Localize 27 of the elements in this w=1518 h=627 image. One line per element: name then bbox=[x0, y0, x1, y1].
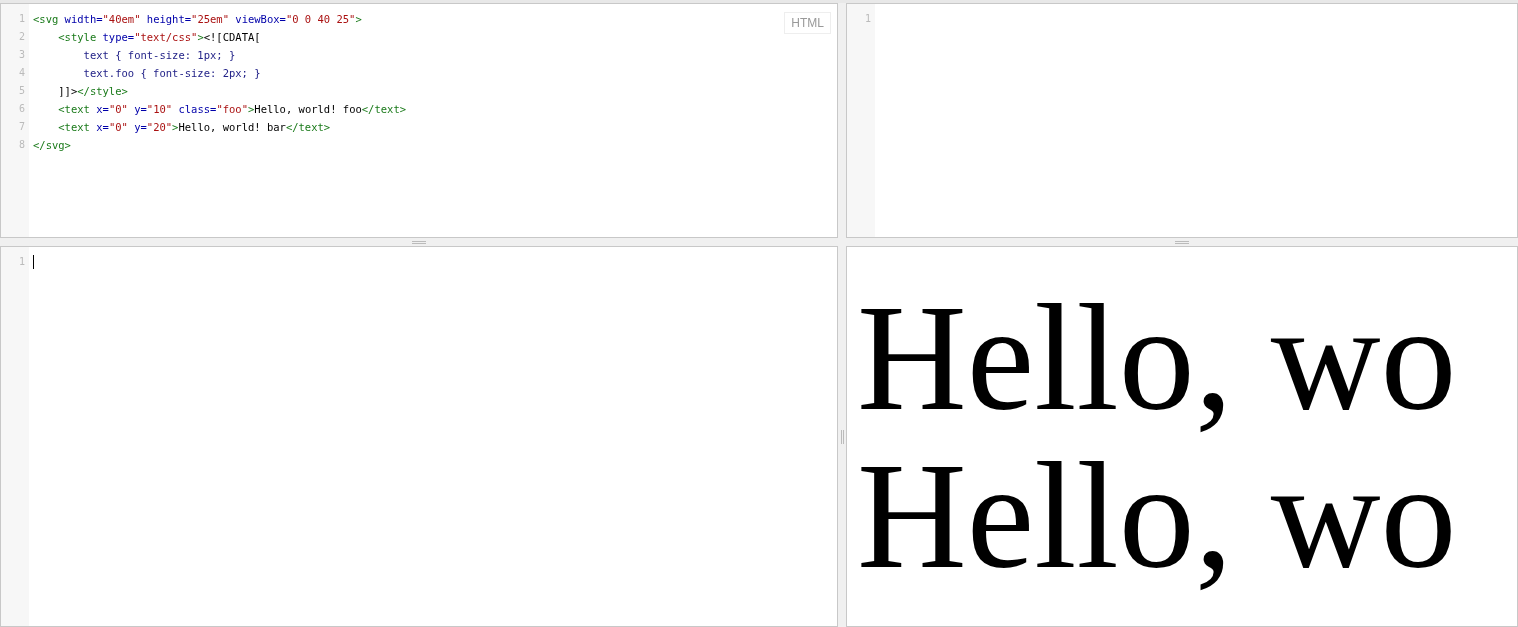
rendered-text: Hello, wo bbox=[857, 279, 1458, 437]
code-line: </svg> bbox=[33, 138, 71, 153]
js-editor-panel[interactable]: 1 bbox=[0, 246, 838, 627]
line-number: 8 bbox=[18, 138, 25, 152]
code-line: ]]></style> bbox=[57, 84, 128, 99]
splitter-bar[interactable] bbox=[838, 3, 846, 238]
line-number: 2 bbox=[18, 30, 25, 44]
line-number: 1 bbox=[18, 12, 25, 26]
resize-grip-icon[interactable] bbox=[1175, 240, 1189, 244]
line-number: 7 bbox=[18, 120, 25, 134]
code-line: <text x="0" y="20">Hello, world! bar</text> bbox=[57, 120, 331, 135]
resize-grip-icon[interactable] bbox=[840, 429, 844, 444]
rendered-text: Hello, wo bbox=[857, 437, 1458, 595]
code-line: text.foo { font-size: 2px; } bbox=[82, 66, 261, 81]
code-line: text { font-size: 1px; } bbox=[82, 48, 236, 63]
line-number: 5 bbox=[18, 84, 25, 98]
line-number: 4 bbox=[18, 66, 25, 80]
line-number: 1 bbox=[864, 12, 871, 26]
resize-grip-icon[interactable] bbox=[412, 240, 426, 244]
code-line: <style type="text/css"><![CDATA[ bbox=[57, 30, 261, 45]
language-label: HTML bbox=[784, 12, 831, 34]
splitter-bar[interactable] bbox=[838, 246, 846, 627]
code-line: <svg width="40em" height="25em" viewBox="0 0 40 25"> bbox=[33, 12, 362, 27]
line-number: 3 bbox=[18, 48, 25, 62]
line-number: 1 bbox=[18, 255, 25, 269]
code-line: <text x="0" y="10" class="foo">Hello, world! foo</text> bbox=[57, 102, 407, 117]
line-number: 6 bbox=[18, 102, 25, 116]
